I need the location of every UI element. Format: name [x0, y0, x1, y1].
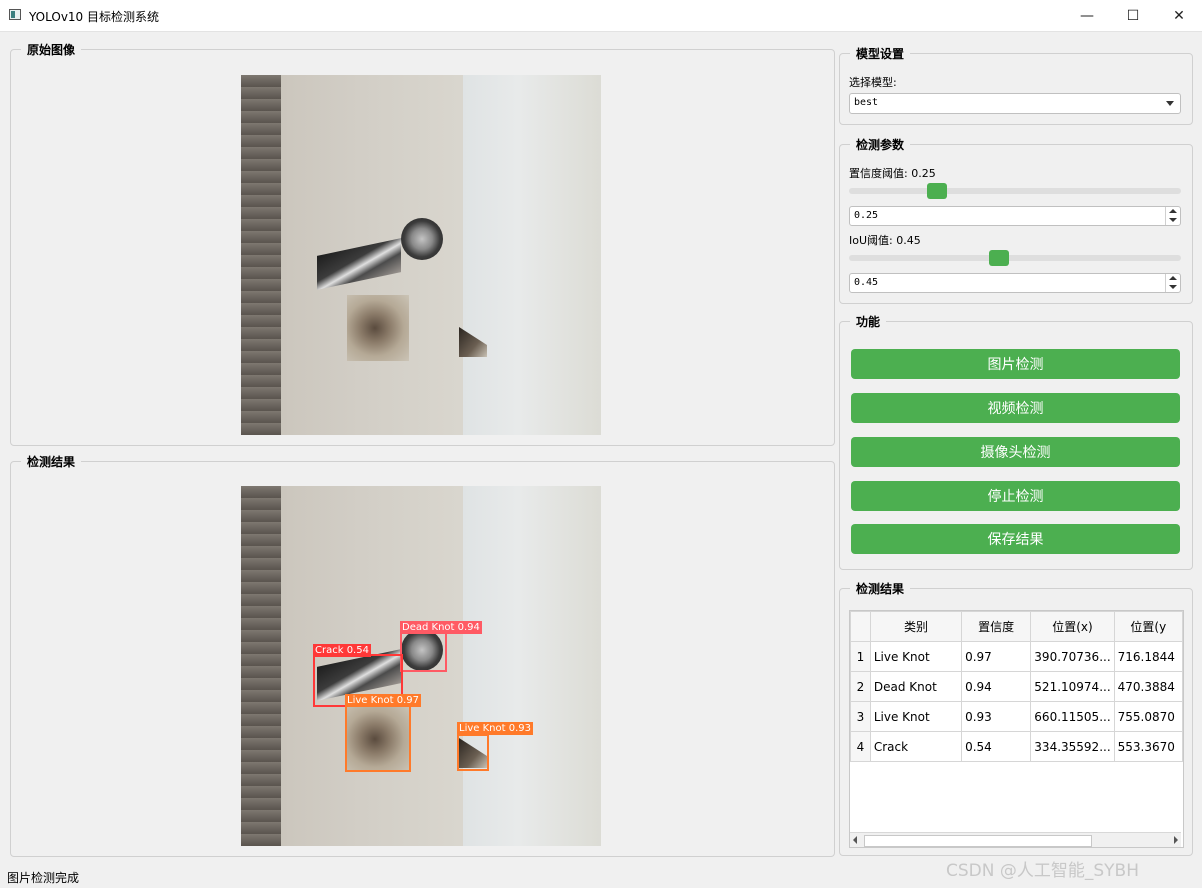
corner-cell[interactable]: [850, 611, 871, 642]
column-header[interactable]: 位置(y: [1113, 611, 1183, 642]
column-header[interactable]: 置信度: [961, 611, 1032, 642]
save-result-button[interactable]: 保存结果: [851, 524, 1180, 554]
results-title: 检测结果: [850, 580, 911, 597]
table-row[interactable]: 1 Live Knot 0.97 390.70736... 716.1844: [850, 641, 1183, 672]
cell-y[interactable]: 470.3884: [1113, 671, 1183, 702]
cell-y[interactable]: 716.1844: [1113, 641, 1183, 672]
cell-x[interactable]: 660.11505...: [1030, 701, 1115, 732]
iou-spinbox[interactable]: 0.45: [849, 273, 1181, 293]
detection-box-live-knot: [457, 734, 489, 771]
column-header[interactable]: 位置(x): [1030, 611, 1115, 642]
iou-spinbox-value: 0.45: [854, 277, 879, 288]
scroll-right-icon[interactable]: [1174, 836, 1178, 844]
spin-down-icon[interactable]: [1169, 285, 1177, 289]
conf-spinbox-value: 0.25: [854, 210, 879, 221]
scrollbar-thumb[interactable]: [864, 835, 1092, 847]
video-detect-button[interactable]: 视频检测: [851, 393, 1180, 423]
cell-class[interactable]: Crack: [869, 731, 963, 762]
column-header[interactable]: 类别: [869, 611, 963, 642]
cell-x[interactable]: 521.10974...: [1030, 671, 1115, 702]
iou-slider-handle[interactable]: [989, 250, 1010, 266]
cell-x[interactable]: 390.70736...: [1030, 641, 1115, 672]
stop-detect-button[interactable]: 停止检测: [851, 481, 1180, 511]
detection-box-dead-knot: [400, 632, 447, 672]
conf-slider[interactable]: [849, 188, 1181, 194]
cell-confidence[interactable]: 0.54: [961, 731, 1032, 762]
watermark: CSDN @人工智能_SYBH: [946, 861, 1139, 881]
cell-class[interactable]: Live Knot: [869, 701, 963, 732]
maximize-button[interactable]: ☐: [1110, 0, 1156, 31]
model-select[interactable]: best: [849, 93, 1181, 114]
minimize-button[interactable]: —: [1064, 0, 1110, 31]
status-bar-text: 图片检测完成: [7, 871, 80, 885]
camera-detect-button[interactable]: 摄像头检测: [851, 437, 1180, 467]
model-select-value: best: [854, 97, 879, 108]
app-icon: [9, 9, 21, 20]
table-header-row: 类别 置信度 位置(x) 位置(y: [850, 611, 1183, 642]
close-button[interactable]: ✕: [1156, 0, 1202, 31]
result-image-title: 检测结果: [21, 453, 82, 470]
title-bar: YOLOv10 目标检测系统 — ☐ ✕: [0, 0, 1202, 32]
detection-label: Dead Knot 0.94: [400, 621, 482, 634]
original-image: [241, 75, 601, 435]
conf-slider-handle[interactable]: [927, 183, 947, 199]
cell-confidence[interactable]: 0.97: [961, 641, 1032, 672]
table-row[interactable]: 2 Dead Knot 0.94 521.10974... 470.3884: [850, 671, 1183, 702]
model-settings-title: 模型设置: [850, 45, 911, 62]
cell-x[interactable]: 334.35592...: [1030, 731, 1115, 762]
iou-threshold-label: IoU阈值: 0.45: [849, 234, 921, 247]
horizontal-scrollbar[interactable]: [850, 832, 1181, 847]
select-model-label: 选择模型:: [849, 76, 897, 89]
image-detect-button[interactable]: 图片检测: [851, 349, 1180, 379]
spin-down-icon[interactable]: [1169, 218, 1177, 222]
row-number[interactable]: 3: [850, 701, 871, 732]
table-row[interactable]: 3 Live Knot 0.93 660.11505... 755.0870: [850, 701, 1183, 732]
cell-class[interactable]: Live Knot: [869, 641, 963, 672]
result-image: Dead Knot 0.94 Crack 0.54 Live Knot 0.97…: [241, 486, 601, 846]
scroll-left-icon[interactable]: [853, 836, 857, 844]
cell-confidence[interactable]: 0.94: [961, 671, 1032, 702]
conf-threshold-label: 置信度阈值: 0.25: [849, 167, 936, 180]
detection-label: Live Knot 0.93: [457, 722, 533, 735]
cell-y[interactable]: 553.3670: [1113, 731, 1183, 762]
chevron-down-icon: [1166, 101, 1174, 106]
cell-y[interactable]: 755.0870: [1113, 701, 1183, 732]
conf-spinbox[interactable]: 0.25: [849, 206, 1181, 226]
iou-slider[interactable]: [849, 255, 1181, 261]
results-grid: 类别 置信度 位置(x) 位置(y 1 Live Knot 0.97 390.7…: [850, 611, 1183, 762]
spin-up-icon[interactable]: [1169, 276, 1177, 280]
original-image-title: 原始图像: [21, 41, 82, 58]
table-row[interactable]: 4 Crack 0.54 334.35592... 553.3670: [850, 731, 1183, 762]
detection-label: Crack 0.54: [313, 644, 371, 657]
row-number[interactable]: 2: [850, 671, 871, 702]
cell-class[interactable]: Dead Knot: [869, 671, 963, 702]
functions-title: 功能: [850, 313, 887, 330]
cell-confidence[interactable]: 0.93: [961, 701, 1032, 732]
spin-up-icon[interactable]: [1169, 209, 1177, 213]
detect-params-title: 检测参数: [850, 136, 911, 153]
results-table[interactable]: 类别 置信度 位置(x) 位置(y 1 Live Knot 0.97 390.7…: [849, 610, 1184, 848]
row-number[interactable]: 4: [850, 731, 871, 762]
detection-box-live-knot: [345, 705, 411, 772]
window-title: YOLOv10 目标检测系统: [29, 10, 160, 24]
detection-label: Live Knot 0.97: [345, 694, 421, 707]
row-number[interactable]: 1: [850, 641, 871, 672]
